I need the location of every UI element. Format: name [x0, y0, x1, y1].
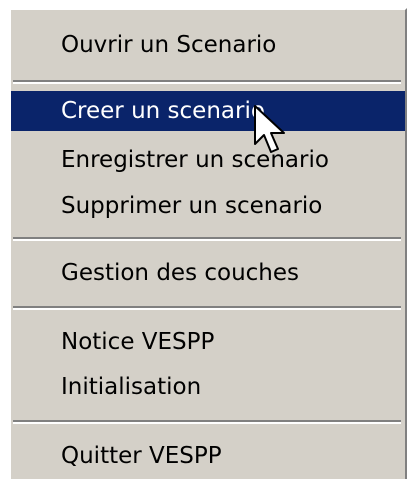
menu-separator: [13, 306, 401, 310]
menu-item-create-scenario[interactable]: Creer un scenario: [11, 91, 405, 131]
menu-separator: [13, 80, 401, 84]
menu-item-notice[interactable]: Notice VESPP: [11, 322, 405, 362]
menu-separator: [13, 237, 401, 241]
menu-item-quit[interactable]: Quitter VESPP: [11, 436, 405, 476]
menu-item-open-scenario[interactable]: Ouvrir un Scenario: [11, 25, 405, 65]
context-menu: Ouvrir un Scenario Creer un scenario Enr…: [9, 8, 407, 479]
menu-separator: [13, 420, 401, 424]
menu-item-delete-scenario[interactable]: Supprimer un scenario: [11, 186, 405, 226]
menu-item-manage-layers[interactable]: Gestion des couches: [11, 253, 405, 293]
menu-item-initialisation[interactable]: Initialisation: [11, 367, 405, 407]
menu-item-save-scenario[interactable]: Enregistrer un scenario: [11, 140, 405, 180]
